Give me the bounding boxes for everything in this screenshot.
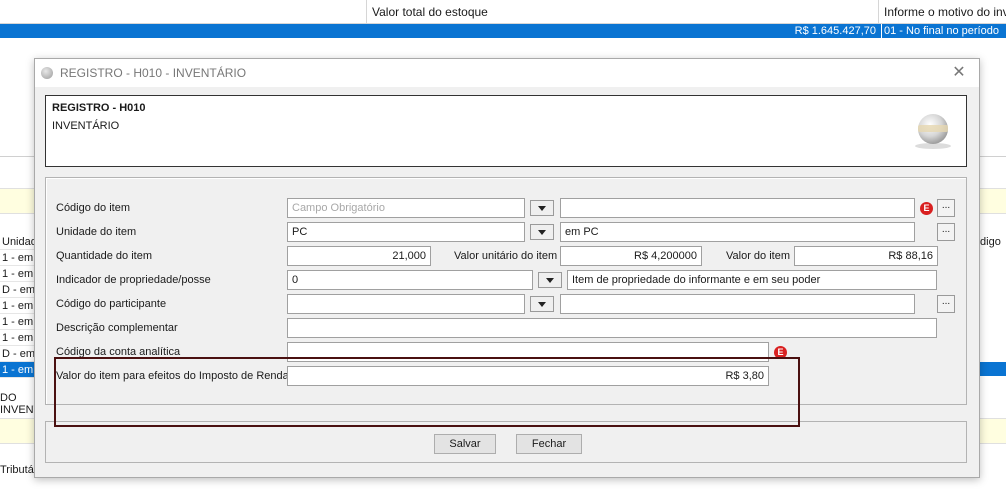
list-item[interactable]: D - em U — [0, 282, 38, 298]
income-tax-value-label: Valor do item para efeitos do Imposto de… — [56, 370, 289, 382]
required-badge-icon: E — [774, 346, 787, 359]
globe-logo-icon — [915, 114, 951, 149]
ownership-indicator-dropdown[interactable] — [538, 272, 562, 288]
list-item[interactable]: 1 - em PC — [0, 330, 38, 346]
required-badge-icon: E — [920, 202, 933, 215]
column-header-motivo[interactable]: Informe o motivo do inventário — [878, 0, 1006, 24]
ownership-indicator-description[interactable]: Item de propriedade do informante e em s… — [567, 270, 937, 290]
selected-row-motive: 01 - No final no período — [881, 24, 1006, 38]
grid-header: Valor total do estoque Informe o motivo … — [0, 0, 1006, 24]
list-item[interactable]: D - em U — [0, 346, 38, 362]
item-code-input[interactable]: Campo Obrigatório — [287, 198, 525, 218]
save-button[interactable]: Salvar — [434, 434, 496, 454]
item-unit-description[interactable]: em PC — [560, 222, 915, 242]
ownership-indicator-input[interactable]: 0 — [287, 270, 533, 290]
inventory-dialog: REGISTRO - H010 - INVENTÁRIO ✕ REGISTRO … — [34, 58, 980, 478]
dialog-title: REGISTRO - H010 - INVENTÁRIO — [60, 66, 247, 80]
close-icon[interactable]: ✕ — [949, 63, 969, 83]
list-item[interactable]: 1 - em K — [0, 250, 38, 266]
record-subtitle: INVENTÁRIO — [52, 120, 120, 132]
item-unit-lookup-button[interactable]: ... — [937, 223, 955, 241]
list-item-selected[interactable]: 1 - em PC — [0, 362, 38, 378]
item-code-description[interactable] — [560, 198, 915, 218]
dialog-titlebar[interactable]: REGISTRO - H010 - INVENTÁRIO ✕ — [35, 59, 979, 87]
record-header-panel: REGISTRO - H010 INVENTÁRIO — [45, 95, 967, 167]
selected-row-value: R$ 1.645.427,70 — [794, 25, 876, 37]
item-unit-dropdown[interactable] — [530, 224, 554, 240]
grid-selected-row[interactable]: R$ 1.645.427,70 01 - No final no período — [0, 24, 1006, 38]
column-header-valor-total[interactable]: Valor total do estoque — [366, 0, 878, 24]
participant-code-label: Código do participante — [56, 298, 167, 310]
quantity-input[interactable]: 21,000 — [287, 246, 431, 266]
background-left-column: Unidade 1 - em K 1 - em PC D - em U 1 - … — [0, 234, 38, 378]
close-button[interactable]: Fechar — [516, 434, 582, 454]
item-code-label: Código do item — [56, 202, 130, 214]
button-panel: Salvar Fechar — [45, 421, 967, 463]
list-item[interactable]: 1 - em PC — [0, 314, 38, 330]
inventory-form-panel: Código do item Campo Obrigatório E ... U… — [45, 177, 967, 405]
item-unit-input[interactable]: PC — [287, 222, 525, 242]
participant-code-lookup-button[interactable]: ... — [937, 295, 955, 313]
account-code-input[interactable] — [287, 342, 769, 362]
item-code-dropdown[interactable] — [530, 200, 554, 216]
item-value-input[interactable]: R$ 88,16 — [794, 246, 938, 266]
participant-code-description[interactable] — [560, 294, 915, 314]
item-code-lookup-button[interactable]: ... — [937, 199, 955, 217]
list-item[interactable]: 1 - em PC — [0, 298, 38, 314]
record-title: REGISTRO - H010 — [52, 102, 146, 114]
item-value-label: Valor do item — [726, 250, 790, 262]
complementary-description-label: Descrição complementar — [56, 322, 178, 334]
account-code-label: Código da conta analítica — [56, 346, 181, 358]
app-icon — [41, 67, 53, 79]
unit-value-label: Valor unitário do item — [454, 250, 558, 262]
list-item[interactable]: 1 - em PC — [0, 266, 38, 282]
item-unit-label: Unidade do item — [56, 226, 137, 238]
unit-value-input[interactable]: R$ 4,200000 — [560, 246, 702, 266]
left-footer-1: DO INVENTÁRIO — [0, 392, 38, 416]
left-column-header: Unidade — [0, 234, 38, 250]
income-tax-value-input[interactable]: R$ 3,80 — [287, 366, 769, 386]
left-footer-2: Tributário — [0, 464, 38, 476]
ownership-indicator-label: Indicador de propriedade/posse — [56, 274, 211, 286]
complementary-description-input[interactable] — [287, 318, 937, 338]
participant-code-input[interactable] — [287, 294, 525, 314]
participant-code-dropdown[interactable] — [530, 296, 554, 312]
quantity-label: Quantidade do item — [56, 250, 153, 262]
